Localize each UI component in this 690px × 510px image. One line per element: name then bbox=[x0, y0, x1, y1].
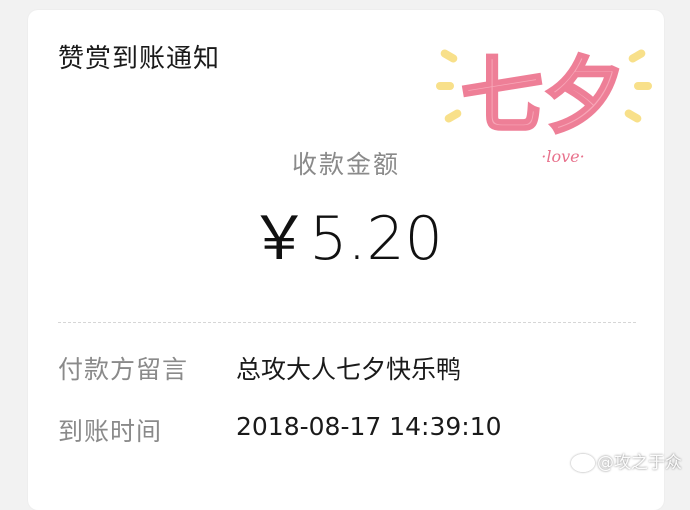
notification-card: 赞赏到账通知 七夕 ·love· 收款金额 ￥5.20 付款方留言 总攻大人七夕… bbox=[28, 10, 664, 510]
detail-value: 2018-08-17 14:39:10 bbox=[236, 412, 502, 441]
watermark-text: @攻之于众 bbox=[597, 453, 682, 473]
weibo-watermark: @攻之于众 bbox=[571, 448, 682, 473]
qixi-text: 七夕 bbox=[461, 49, 625, 144]
amount-label: 收款金额 bbox=[291, 150, 400, 179]
amount-value: ￥5.20 bbox=[249, 204, 443, 274]
weibo-icon bbox=[571, 454, 595, 472]
dashed-divider bbox=[58, 322, 636, 323]
detail-row-message: 付款方留言 总攻大人七夕快乐鸭 bbox=[58, 350, 658, 390]
detail-key: 到账时间 bbox=[58, 417, 163, 446]
detail-value: 总攻大人七夕快乐鸭 bbox=[236, 355, 462, 384]
notification-title: 赞赏到账通知 bbox=[58, 44, 221, 74]
detail-row-time: 到账时间 2018-08-17 14:39:10 bbox=[58, 412, 658, 452]
detail-key: 付款方留言 bbox=[58, 355, 189, 384]
